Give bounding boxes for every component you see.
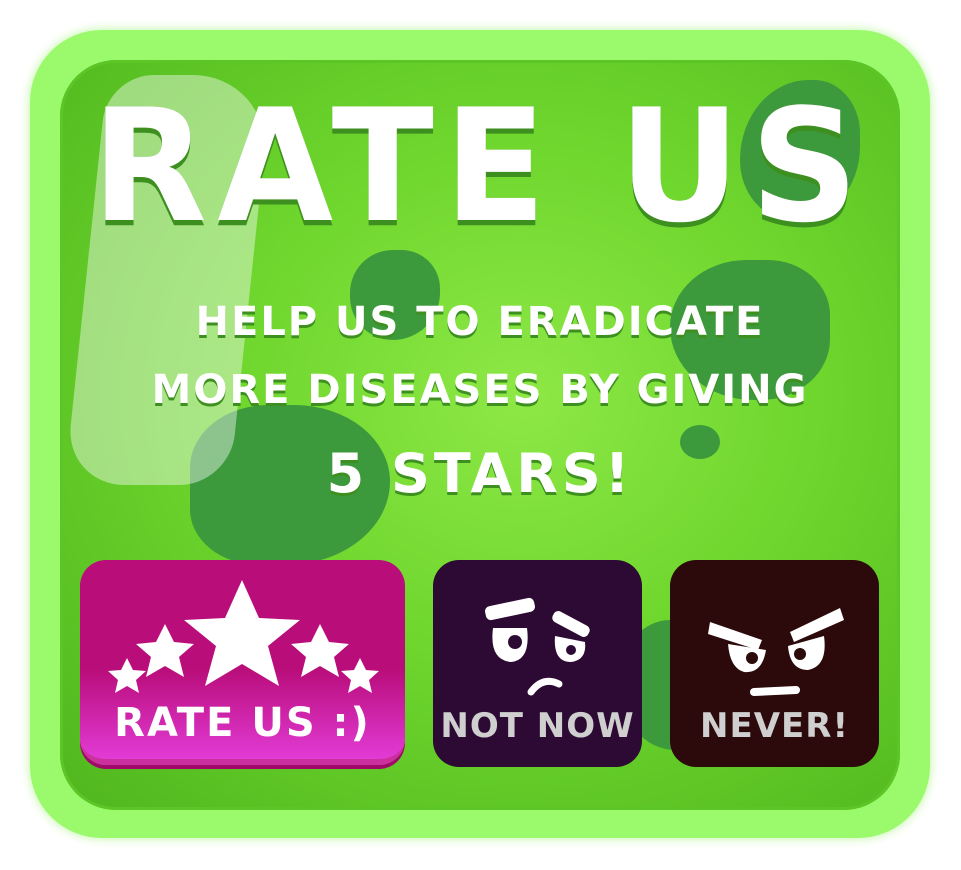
rate-us-button-label: RATE US :) xyxy=(114,700,371,746)
not-now-button-label: NOT NOW xyxy=(440,706,635,746)
five-stars-icon xyxy=(108,580,379,693)
dialog-message-line-1: HELP US TO ERADICATE xyxy=(195,299,765,345)
rate-us-button[interactable]: RATE US :) xyxy=(80,560,405,765)
dialog-message-line-3: 5 STARS! xyxy=(326,442,634,505)
dialog-message-line-2: MORE DISEASES BY GIVING xyxy=(151,367,809,413)
dialog-title: RATE US xyxy=(91,76,869,258)
never-button[interactable]: NEVER! xyxy=(670,560,879,767)
angry-face-icon xyxy=(708,608,844,696)
not-now-button[interactable]: NOT NOW xyxy=(433,560,642,767)
never-button-label: NEVER! xyxy=(700,706,849,746)
sad-face-icon xyxy=(485,597,590,696)
